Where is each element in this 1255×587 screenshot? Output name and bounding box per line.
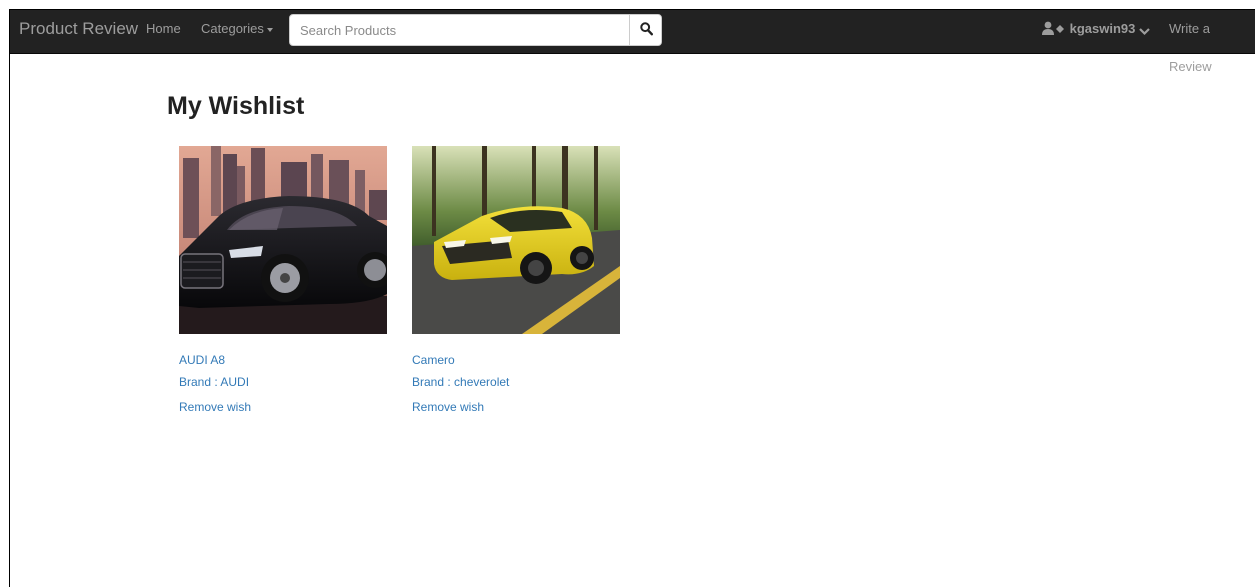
nav-categories-label: Categories <box>201 21 264 36</box>
chevron-down-icon <box>1139 28 1150 36</box>
product-name-link[interactable]: Camero <box>412 353 620 367</box>
search-form <box>289 14 662 46</box>
user-icon <box>1042 21 1064 35</box>
caret-down-icon <box>266 27 273 32</box>
remove-wish-link[interactable]: Remove wish <box>179 400 387 414</box>
wishlist-item: AUDI A8 Brand : AUDI Remove wish <box>179 146 387 414</box>
product-brand-link[interactable]: Brand : AUDI <box>179 375 387 389</box>
search-input[interactable] <box>290 15 630 45</box>
product-image-audi-a8[interactable] <box>179 146 387 334</box>
wishlist-item: Camero Brand : cheverolet Remove wish <box>412 146 620 414</box>
username-label: kgaswin93 <box>1069 21 1136 36</box>
remove-wish-link[interactable]: Remove wish <box>412 400 620 414</box>
brand-link[interactable]: Product Review <box>19 10 138 54</box>
browser-viewport: Product Review Home Categories kgaswin93 <box>9 9 1255 587</box>
user-menu-dropdown[interactable]: kgaswin93 <box>1042 10 1150 54</box>
product-brand-link[interactable]: Brand : cheverolet <box>412 375 620 389</box>
page-title: My Wishlist <box>167 92 305 120</box>
search-button[interactable] <box>629 15 661 45</box>
product-image-camero[interactable] <box>412 146 620 334</box>
write-review-link[interactable]: Write a Review <box>1169 10 1255 74</box>
navbar: Product Review Home Categories kgaswin93 <box>10 10 1255 74</box>
product-name-link[interactable]: AUDI A8 <box>179 353 387 367</box>
nav-home-link[interactable]: Home <box>146 10 181 54</box>
search-icon <box>640 22 653 36</box>
nav-categories-dropdown[interactable]: Categories <box>201 10 273 54</box>
